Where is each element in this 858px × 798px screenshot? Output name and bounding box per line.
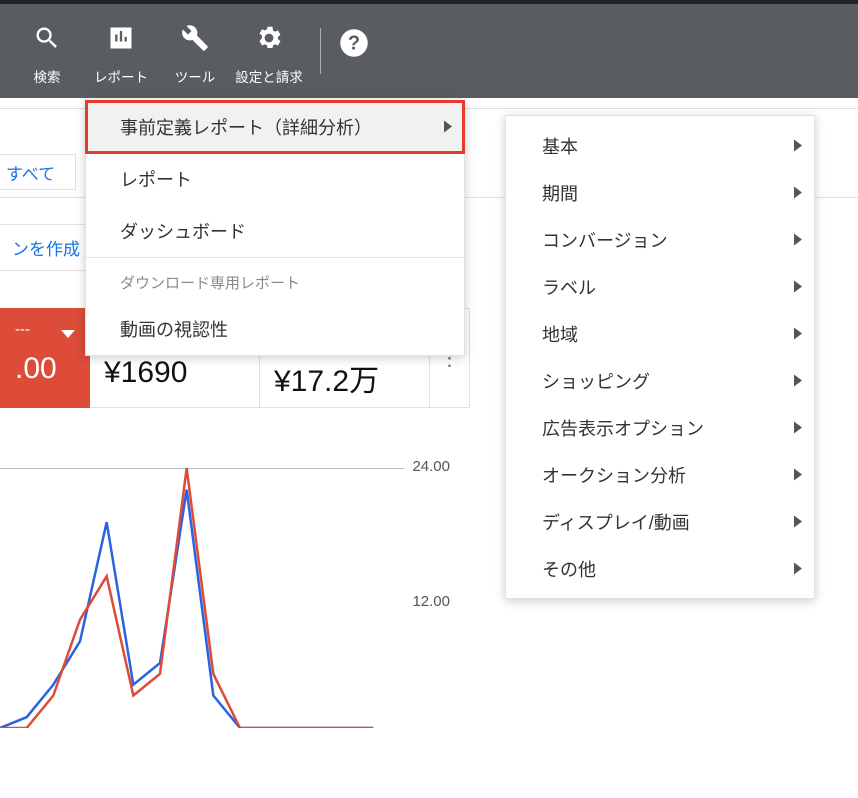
bar-chart-icon [107,20,135,56]
menu-video-visibility-label: 動画の視認性 [120,316,228,342]
submenu-item-label: コンバージョン [542,227,668,253]
submenu-item-label: 地域 [542,321,578,347]
submenu-arrow-icon [794,229,802,250]
submenu-item-label: ラベル [542,274,596,300]
menu-dashboards-label: ダッシュボード [120,218,246,244]
submenu-item-label: 広告表示オプション [542,415,704,441]
submenu-item-7[interactable]: オークション分析 [506,451,814,498]
menu-predefined-reports-label: 事前定義レポート（詳細分析） [120,114,372,140]
toolbar-tools[interactable]: ツール [158,16,232,86]
toolbar-help[interactable]: ? [339,28,369,63]
caret-down-icon [61,325,75,343]
chart-ylabel-mid: 12.00 [412,593,450,610]
submenu-item-3[interactable]: ラベル [506,263,814,310]
svg-text:?: ? [348,32,360,54]
menu-predefined-reports[interactable]: 事前定義レポート（詳細分析） [86,101,464,153]
submenu-item-9[interactable]: その他 [506,545,814,592]
submenu-item-5[interactable]: ショッピング [506,357,814,404]
submenu-item-8[interactable]: ディスプレイ/動画 [506,498,814,545]
menu-dashboards[interactable]: ダッシュボード [86,205,464,257]
submenu-item-label: ショッピング [542,368,650,394]
top-toolbar: 検索 レポート ツール 設定と請求 ? [0,0,858,98]
submenu-item-label: オークション分析 [542,462,686,488]
chart-ylabel-top: 24.00 [412,458,450,475]
submenu-item-label: 期間 [542,180,578,206]
gear-icon [254,20,284,56]
toolbar-tools-label: ツール [175,66,216,86]
wrench-icon [181,20,209,56]
submenu-arrow-icon [444,117,452,138]
create-campaign-link[interactable]: ンを作成 [0,224,93,271]
scorecard-cost-value: ¥17.2万 [274,356,415,400]
menu-video-visibility[interactable]: 動画の視認性 [86,303,464,355]
submenu-item-0[interactable]: 基本 [506,122,814,169]
scorecard-conversions-value: ¥1690 [104,356,245,390]
chart-svg [0,428,400,728]
submenu-arrow-icon [794,558,802,579]
reports-dropdown: 事前定義レポート（詳細分析） レポート ダッシュボード ダウンロード専用レポート… [85,100,465,356]
performance-chart: 24.00 12.00 [0,428,460,798]
scorecard-selected[interactable]: --- .00 [0,308,90,408]
toolbar-reports[interactable]: レポート [84,16,158,86]
submenu-item-2[interactable]: コンバージョン [506,216,814,263]
submenu-arrow-icon [794,464,802,485]
chart-series-red [0,468,373,728]
predefined-reports-submenu: 基本期間コンバージョンラベル地域ショッピング広告表示オプションオークション分析デ… [505,115,815,599]
menu-download-section-header: ダウンロード専用レポート [86,257,464,303]
submenu-arrow-icon [794,323,802,344]
submenu-arrow-icon [794,370,802,391]
toolbar-separator [320,28,321,74]
toolbar-reports-label: レポート [94,66,148,86]
submenu-item-6[interactable]: 広告表示オプション [506,404,814,451]
submenu-arrow-icon [794,417,802,438]
toolbar-settings-label: 設定と請求 [235,66,303,86]
submenu-item-1[interactable]: 期間 [506,169,814,216]
toolbar-settings[interactable]: 設定と請求 [232,16,306,86]
create-campaign-label: ンを作成 [12,240,80,259]
chart-series-blue [0,490,373,728]
scorecard-selected-value: .00 [15,352,75,386]
menu-reports[interactable]: レポート [86,153,464,205]
tab-all-label: すべて [6,160,55,185]
menu-reports-label: レポート [120,166,192,192]
submenu-arrow-icon [794,135,802,156]
submenu-arrow-icon [794,511,802,532]
search-icon [33,20,61,56]
submenu-item-label: その他 [542,556,596,582]
submenu-item-label: 基本 [542,133,578,159]
help-icon: ? [339,28,369,58]
toolbar-search[interactable]: 検索 [10,16,84,86]
submenu-item-4[interactable]: 地域 [506,310,814,357]
submenu-arrow-icon [794,182,802,203]
toolbar-search-label: 検索 [34,66,61,86]
submenu-item-label: ディスプレイ/動画 [542,509,690,535]
tab-all[interactable]: すべて [0,154,76,190]
submenu-arrow-icon [794,276,802,297]
